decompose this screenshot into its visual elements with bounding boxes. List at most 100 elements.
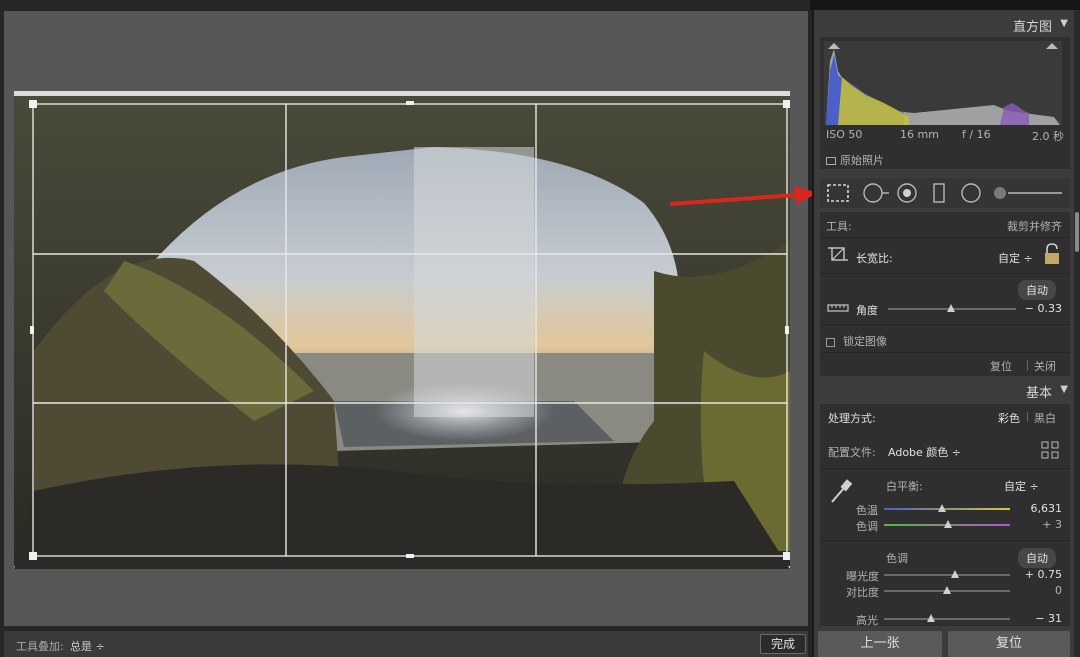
exif-aperture: f / 16 xyxy=(962,128,991,141)
temp-slider[interactable] xyxy=(884,508,1010,510)
exif-iso: ISO 50 xyxy=(826,128,863,141)
basic-title: 基本 xyxy=(1025,386,1052,401)
spot-removal-icon[interactable] xyxy=(862,182,890,204)
crop-handle-right[interactable] xyxy=(785,326,789,334)
treatment-color[interactable]: 彩色 xyxy=(998,410,1020,426)
tone-auto-button[interactable]: 自动 xyxy=(1018,548,1056,568)
treatment-label: 处理方式: xyxy=(828,412,876,425)
crop-divider-3 xyxy=(820,324,1070,325)
highlights-slider-knob[interactable] xyxy=(926,614,935,622)
crop-close-button[interactable]: 关闭 xyxy=(1034,358,1056,374)
crop-aspect-icon[interactable] xyxy=(826,244,850,266)
checkbox-icon xyxy=(826,337,835,347)
checkbox-icon xyxy=(826,157,836,165)
scrollbar-thumb[interactable] xyxy=(1075,212,1079,252)
crop-handle-br[interactable] xyxy=(783,552,790,560)
highlights-slider[interactable] xyxy=(884,618,1010,620)
crop-handle-tl[interactable] xyxy=(29,100,37,108)
crop-divider-1 xyxy=(820,237,1070,238)
tint-slider-knob[interactable] xyxy=(944,520,953,528)
crop-divider-2 xyxy=(820,273,1070,274)
crop-tool-name: 裁剪并修齐 xyxy=(1007,220,1062,233)
angle-value[interactable]: − 0.33 xyxy=(1025,302,1062,315)
crop-handle-bottom[interactable] xyxy=(406,554,414,558)
previous-button[interactable]: 上一张 xyxy=(818,631,942,657)
straighten-icon[interactable] xyxy=(826,298,850,318)
angle-label: 角度 xyxy=(856,304,878,317)
panel-scrollbar[interactable] xyxy=(1074,10,1080,657)
exif-focal: 16 mm xyxy=(900,128,939,141)
constrain-label: 锁定图像 xyxy=(843,335,887,348)
crop-overlay-icon[interactable] xyxy=(826,183,850,203)
crop-reset-button[interactable]: 复位 xyxy=(990,358,1012,374)
mist xyxy=(374,381,554,441)
crop-handle-top[interactable] xyxy=(406,101,414,105)
exposure-label: 曝光度 xyxy=(846,570,879,583)
crop-options: 工具: 裁剪并修齐 长宽比: 自定 ÷ 自动 角度 − 0.33 锁定图像 复位… xyxy=(820,212,1070,376)
contrast-value[interactable]: 0 xyxy=(1055,584,1062,597)
graduated-filter-icon[interactable] xyxy=(932,182,946,204)
exposure-value[interactable]: + 0.75 xyxy=(1025,568,1062,581)
crop-handle-tr[interactable] xyxy=(783,100,790,108)
basic-divider-1 xyxy=(820,468,1070,469)
constrain-checkbox[interactable]: 锁定图像 xyxy=(826,333,887,349)
tint-value[interactable]: + 3 xyxy=(1042,518,1062,531)
grid-icon[interactable] xyxy=(1040,440,1060,460)
crop-handle-bl[interactable] xyxy=(29,552,37,560)
crop-handle-left[interactable] xyxy=(30,326,34,334)
reset-button[interactable]: 复位 xyxy=(948,631,1070,657)
tone-label: 色调 xyxy=(886,552,908,565)
temp-label: 色温 xyxy=(856,504,878,517)
waterfall xyxy=(414,147,534,417)
radial-filter-icon[interactable] xyxy=(960,182,982,204)
profile-select[interactable]: Adobe 颜色 ÷ xyxy=(888,444,961,460)
tool-overlay-label: 工具叠加: xyxy=(16,640,64,653)
histogram-header[interactable]: 直方图 ▼ xyxy=(814,12,1074,36)
contrast-label: 对比度 xyxy=(846,586,879,599)
tools-label: 工具: xyxy=(826,220,852,233)
crop-divider-4 xyxy=(820,352,1070,353)
separator xyxy=(1027,412,1028,422)
highlights-label: 高光 xyxy=(856,614,878,627)
annotation-arrow xyxy=(669,186,818,206)
exposure-slider[interactable] xyxy=(884,574,1010,576)
done-button[interactable]: 完成 xyxy=(760,634,806,654)
original-photo-label: 原始照片 xyxy=(840,154,884,167)
wb-label: 白平衡: xyxy=(886,480,923,493)
treatment-bw[interactable]: 黑白 xyxy=(1034,410,1056,426)
aspect-select[interactable]: 自定 ÷ xyxy=(998,250,1033,266)
collapse-triangle-icon: ▼ xyxy=(1060,384,1068,395)
contrast-slider-knob[interactable] xyxy=(943,586,951,594)
collapse-triangle-icon: ▼ xyxy=(1060,18,1068,29)
photo-frame xyxy=(14,91,790,569)
right-panel: 直方图 ▼ ISO 50 16 mm f / 16 2.0 秒 原始照片 工具:… xyxy=(812,10,1080,657)
basic-header[interactable]: 基本 ▼ xyxy=(814,378,1074,402)
basic-block: 处理方式: 彩色 黑白 配置文件: Adobe 颜色 ÷ 白平衡: 自定 ÷ 色… xyxy=(820,404,1070,627)
adjustment-brush-icon[interactable] xyxy=(992,186,1064,200)
angle-auto-button[interactable]: 自动 xyxy=(1018,280,1056,300)
red-eye-icon[interactable] xyxy=(896,182,918,204)
angle-slider-knob[interactable] xyxy=(946,304,955,312)
highlights-value[interactable]: − 31 xyxy=(1035,612,1062,625)
temp-value[interactable]: 6,631 xyxy=(1031,502,1063,515)
tool-strip xyxy=(820,178,1070,208)
wb-select[interactable]: 自定 ÷ xyxy=(1004,478,1039,494)
exposure-slider-knob[interactable] xyxy=(950,570,959,578)
temp-slider-knob[interactable] xyxy=(937,504,946,512)
exif-shutter: 2.0 秒 xyxy=(1032,130,1064,143)
tint-label: 色调 xyxy=(856,520,878,533)
tool-overlay-bar: 工具叠加: 总是 ÷ 完成 xyxy=(4,631,808,657)
original-photo-checkbox[interactable]: 原始照片 xyxy=(826,152,884,168)
tool-overlay-select[interactable]: 总是 ÷ xyxy=(70,638,105,654)
histogram-block: ISO 50 16 mm f / 16 2.0 秒 原始照片 xyxy=(820,37,1070,169)
lock-icon[interactable] xyxy=(1042,242,1062,266)
histogram-graph xyxy=(824,41,1062,125)
separator xyxy=(1027,360,1028,370)
eyedropper-icon[interactable] xyxy=(828,476,854,506)
basic-divider-2 xyxy=(820,540,1070,541)
image-workspace xyxy=(4,11,808,626)
profile-label: 配置文件: xyxy=(828,446,876,459)
canvas-area: 工具叠加: 总是 ÷ 完成 xyxy=(0,0,810,657)
photo-canvas[interactable] xyxy=(14,91,790,569)
aspect-label: 长宽比: xyxy=(856,252,893,265)
